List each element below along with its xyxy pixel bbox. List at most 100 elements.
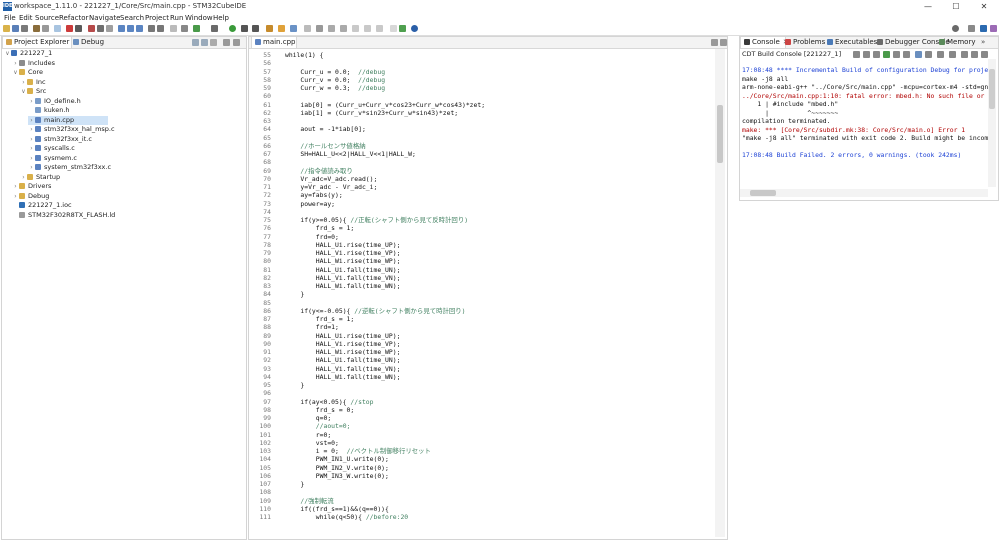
twisty-icon[interactable]: › [20,173,27,183]
pin-console-icon[interactable] [883,51,890,58]
close-button[interactable]: ✕ [974,0,994,13]
twisty-icon[interactable]: ∨ [20,87,27,97]
maximize-editor-icon[interactable] [720,39,727,46]
display-console-icon[interactable] [893,51,900,58]
word-wrap-icon[interactable] [873,51,880,58]
build-icon[interactable] [33,25,40,32]
save-icon[interactable] [12,25,19,32]
menu-help[interactable]: Help [213,14,229,22]
twisty-icon[interactable]: › [28,154,35,164]
tree-item-debug[interactable]: › Debug [12,192,49,202]
tool-icon[interactable] [181,25,188,32]
open-file-icon[interactable] [266,25,273,32]
tab-project-explorer[interactable]: Project Explorer✕ [2,37,78,48]
menu-window[interactable]: Window [185,14,213,22]
tab-executables[interactable]: Executables [824,37,880,48]
minimize-editor-icon[interactable] [711,39,718,46]
menu-navigate[interactable]: Navigate [89,14,120,22]
step-return-icon[interactable] [136,25,143,32]
prev-annotation-icon[interactable] [340,25,347,32]
twisty-icon[interactable]: › [12,182,19,192]
minimize-view-icon[interactable] [223,39,230,46]
console-vscrollbar[interactable] [988,59,996,187]
breakpoint-icon[interactable] [88,25,95,32]
cdt-perspective-icon[interactable] [980,25,987,32]
console-output[interactable]: 17:08:48 **** Incremental Build of confi… [740,66,988,186]
twisty-icon[interactable]: › [28,116,35,126]
external-tools-icon[interactable] [193,25,200,32]
open-console-icon[interactable] [903,51,910,58]
back-icon[interactable] [352,25,359,32]
menu-search[interactable]: Search [120,14,144,22]
mark-occurrences-icon[interactable] [304,25,311,32]
tree-item-ld[interactable]: STM32F302R8TX_FLASH.ld [12,211,115,221]
console-hscrollbar[interactable] [740,189,988,197]
menu-project[interactable]: Project [145,14,169,22]
device-config-icon[interactable] [211,25,218,32]
twisty-icon[interactable]: › [28,125,35,135]
copy-icon[interactable] [925,51,932,58]
info-icon[interactable] [411,25,418,32]
scroll-lock-icon[interactable] [863,51,870,58]
select-console-icon[interactable] [937,51,944,58]
tree-item-src[interactable]: ∨ Src [20,87,46,97]
maximize-view-icon[interactable] [233,39,240,46]
debug-perspective-icon[interactable] [990,25,997,32]
menu-edit[interactable]: Edit [19,14,33,22]
tree-item-file[interactable]: › sysmem.c [28,154,77,164]
perspective-icon[interactable] [968,25,975,32]
tree-item-inc[interactable]: › Inc [20,78,45,88]
tab-problems[interactable]: Problems [782,37,828,48]
twisty-icon[interactable]: › [28,144,35,154]
open-perspective-icon[interactable] [399,25,406,32]
run-dropdown-icon[interactable] [241,25,248,32]
terminate-icon[interactable] [75,25,82,32]
tree-item-drivers[interactable]: › Drivers [12,182,51,192]
menu-source[interactable]: Source [35,14,59,22]
tree-item-file[interactable]: › stm32f3xx_hal_msp.c [28,125,114,135]
settings-icon[interactable] [170,25,177,32]
tree-item-file[interactable]: › syscalls.c [28,144,75,154]
tree-item-includes[interactable]: › Includes [12,59,55,69]
skip-breakpoints-icon[interactable] [97,25,104,32]
menu-file[interactable]: File [4,14,16,22]
new-console-icon[interactable] [915,51,922,58]
folder-icon[interactable] [278,25,285,32]
collapse-all-icon[interactable] [192,39,199,46]
step-into-icon[interactable] [118,25,125,32]
connect-icon[interactable] [148,25,155,32]
pin-editor-icon[interactable] [390,25,397,32]
console-hscroll-thumb[interactable] [750,190,776,196]
view-menu-icon[interactable] [210,39,217,46]
tree-item-file[interactable]: kuken.h [28,106,70,116]
clear-console-icon[interactable] [853,51,860,58]
tab-console[interactable]: Console✕ [740,37,789,48]
view-menu-icon[interactable] [949,51,956,58]
twisty-icon[interactable]: › [12,59,19,69]
twisty-icon[interactable]: ∨ [4,49,11,59]
tree-item-project[interactable]: ∨ 221227_1 [4,49,52,59]
minimize-console-icon[interactable] [961,51,968,58]
tree-item-startup[interactable]: › Startup [20,173,60,183]
maximize-console-icon[interactable] [971,51,978,58]
editor-scroll-thumb[interactable] [717,105,723,163]
profile-icon[interactable] [252,25,259,32]
tab-main-cpp[interactable]: main.cpp [251,37,297,48]
save-all-icon[interactable] [21,25,28,32]
twisty-icon[interactable]: › [28,97,35,107]
minimize-button[interactable]: — [918,0,938,13]
maximize-button[interactable]: ☐ [946,0,966,13]
step-over-icon[interactable] [127,25,134,32]
tab-debug[interactable]: Debug [70,37,107,48]
link-editor-icon[interactable] [201,39,208,46]
tree-item-file-selected[interactable]: › main.cpp [28,115,108,126]
forward-icon[interactable] [364,25,371,32]
step-icon[interactable] [106,25,113,32]
tree-item-file[interactable]: › stm32f3xx_it.c [28,135,92,145]
toggle-comment-icon[interactable] [316,25,323,32]
menu-run[interactable]: Run [170,14,183,22]
twisty-icon[interactable]: › [28,135,35,145]
twisty-icon[interactable]: › [28,163,35,173]
new-icon[interactable] [3,25,10,32]
debug-config-icon[interactable] [54,25,61,32]
